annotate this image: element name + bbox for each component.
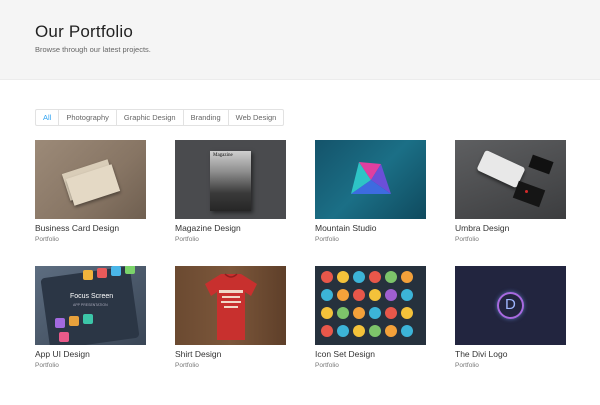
flat-icon	[337, 289, 349, 301]
portfolio-item-title[interactable]: App UI Design	[35, 349, 146, 359]
portfolio-item-title[interactable]: Business Card Design	[35, 223, 146, 233]
portfolio-item-category: Portfolio	[315, 362, 339, 369]
portfolio-item-category: Portfolio	[455, 236, 479, 243]
flat-icon	[385, 271, 397, 283]
filter-photography[interactable]: Photography	[59, 110, 117, 125]
divi-logo-thumbnail[interactable]: D	[455, 266, 566, 345]
portfolio-item-title[interactable]: Shirt Design	[175, 349, 286, 359]
portfolio-item: Icon Set Design Portfolio	[315, 266, 426, 369]
flat-icon	[369, 307, 381, 319]
portfolio-item: Shirt Design Portfolio	[175, 266, 286, 369]
app-ui-thumbnail[interactable]: Focus Screen APP PRESENTATION	[35, 266, 146, 345]
portfolio-item-category: Portfolio	[315, 236, 339, 243]
flat-icon	[337, 271, 349, 283]
app-icon	[125, 266, 135, 274]
flat-icon	[353, 271, 365, 283]
portfolio-item-category: Portfolio	[35, 236, 59, 243]
app-icon	[97, 268, 107, 278]
portfolio-item-title[interactable]: The Divi Logo	[455, 349, 566, 359]
filter-graphic-design[interactable]: Graphic Design	[117, 110, 184, 125]
app-icon	[69, 316, 79, 326]
portfolio-item-category: Portfolio	[175, 362, 199, 369]
filter-web-design[interactable]: Web Design	[229, 110, 284, 125]
shirt-print-graphic	[219, 290, 243, 308]
flat-icon	[321, 307, 333, 319]
portfolio-item-title[interactable]: Mountain Studio	[315, 223, 426, 233]
filter-all[interactable]: All	[36, 110, 60, 125]
flat-icon	[321, 271, 333, 283]
portfolio-item: D The Divi Logo Portfolio	[455, 266, 566, 369]
card-shape	[512, 180, 546, 208]
mountain-studio-thumbnail[interactable]	[315, 140, 426, 219]
flat-icon	[385, 289, 397, 301]
portfolio-item: Focus Screen APP PRESENTATION App UI Des…	[35, 266, 146, 369]
page-title: Our Portfolio	[35, 22, 134, 41]
flat-icon	[401, 289, 413, 301]
portfolio-item-category: Portfolio	[175, 236, 199, 243]
flat-icon	[401, 325, 413, 337]
business-card-thumbnail[interactable]	[35, 140, 146, 219]
app-icon	[55, 318, 65, 328]
umbra-thumbnail[interactable]	[455, 140, 566, 219]
flat-icon	[353, 307, 365, 319]
magazine-masthead: Magazine	[213, 153, 233, 158]
app-icon	[111, 266, 121, 276]
flat-icon	[385, 325, 397, 337]
flat-icon	[337, 325, 349, 337]
app-icon	[83, 270, 93, 280]
accent-dot	[525, 190, 528, 193]
page-header: Our Portfolio Browse through our latest …	[0, 0, 600, 80]
portfolio-item-title[interactable]: Umbra Design	[455, 223, 566, 233]
flat-icon	[321, 289, 333, 301]
portfolio-item: Mountain Studio Portfolio	[315, 140, 426, 243]
flat-icon	[369, 289, 381, 301]
flat-icon	[385, 307, 397, 319]
page-subtitle: Browse through our latest projects.	[35, 45, 151, 54]
filter-bar: All Photography Graphic Design Branding …	[35, 109, 285, 126]
flat-icon	[369, 271, 381, 283]
flat-icon	[353, 289, 365, 301]
magazine-thumbnail[interactable]: Magazine	[175, 140, 286, 219]
portfolio-item-category: Portfolio	[35, 362, 59, 369]
flat-icon	[353, 325, 365, 337]
portfolio-page: Our Portfolio Browse through our latest …	[0, 0, 600, 405]
portfolio-item: Magazine Magazine Design Portfolio	[175, 140, 286, 243]
app-icon	[59, 332, 69, 342]
card-shape	[528, 154, 554, 175]
app-screen-title: Focus Screen	[70, 293, 114, 300]
divi-logo-letter: D	[505, 296, 516, 313]
flat-icon	[321, 325, 333, 337]
magazine-cover	[210, 151, 251, 211]
portfolio-item: Umbra Design Portfolio	[455, 140, 566, 243]
flat-icon	[401, 271, 413, 283]
filter-branding[interactable]: Branding	[184, 110, 229, 125]
flat-icon	[369, 325, 381, 337]
app-screen-subtitle: APP PRESENTATION	[73, 303, 108, 307]
mountain-logo-icon	[351, 162, 391, 194]
app-icon	[83, 314, 93, 324]
shirt-thumbnail[interactable]	[175, 266, 286, 345]
icon-set-thumbnail[interactable]	[315, 266, 426, 345]
portfolio-item-title[interactable]: Magazine Design	[175, 223, 286, 233]
portfolio-item-title[interactable]: Icon Set Design	[315, 349, 426, 359]
portfolio-item: Business Card Design Portfolio	[35, 140, 146, 243]
flat-icon	[401, 307, 413, 319]
portfolio-item-category: Portfolio	[455, 362, 479, 369]
flat-icon	[337, 307, 349, 319]
